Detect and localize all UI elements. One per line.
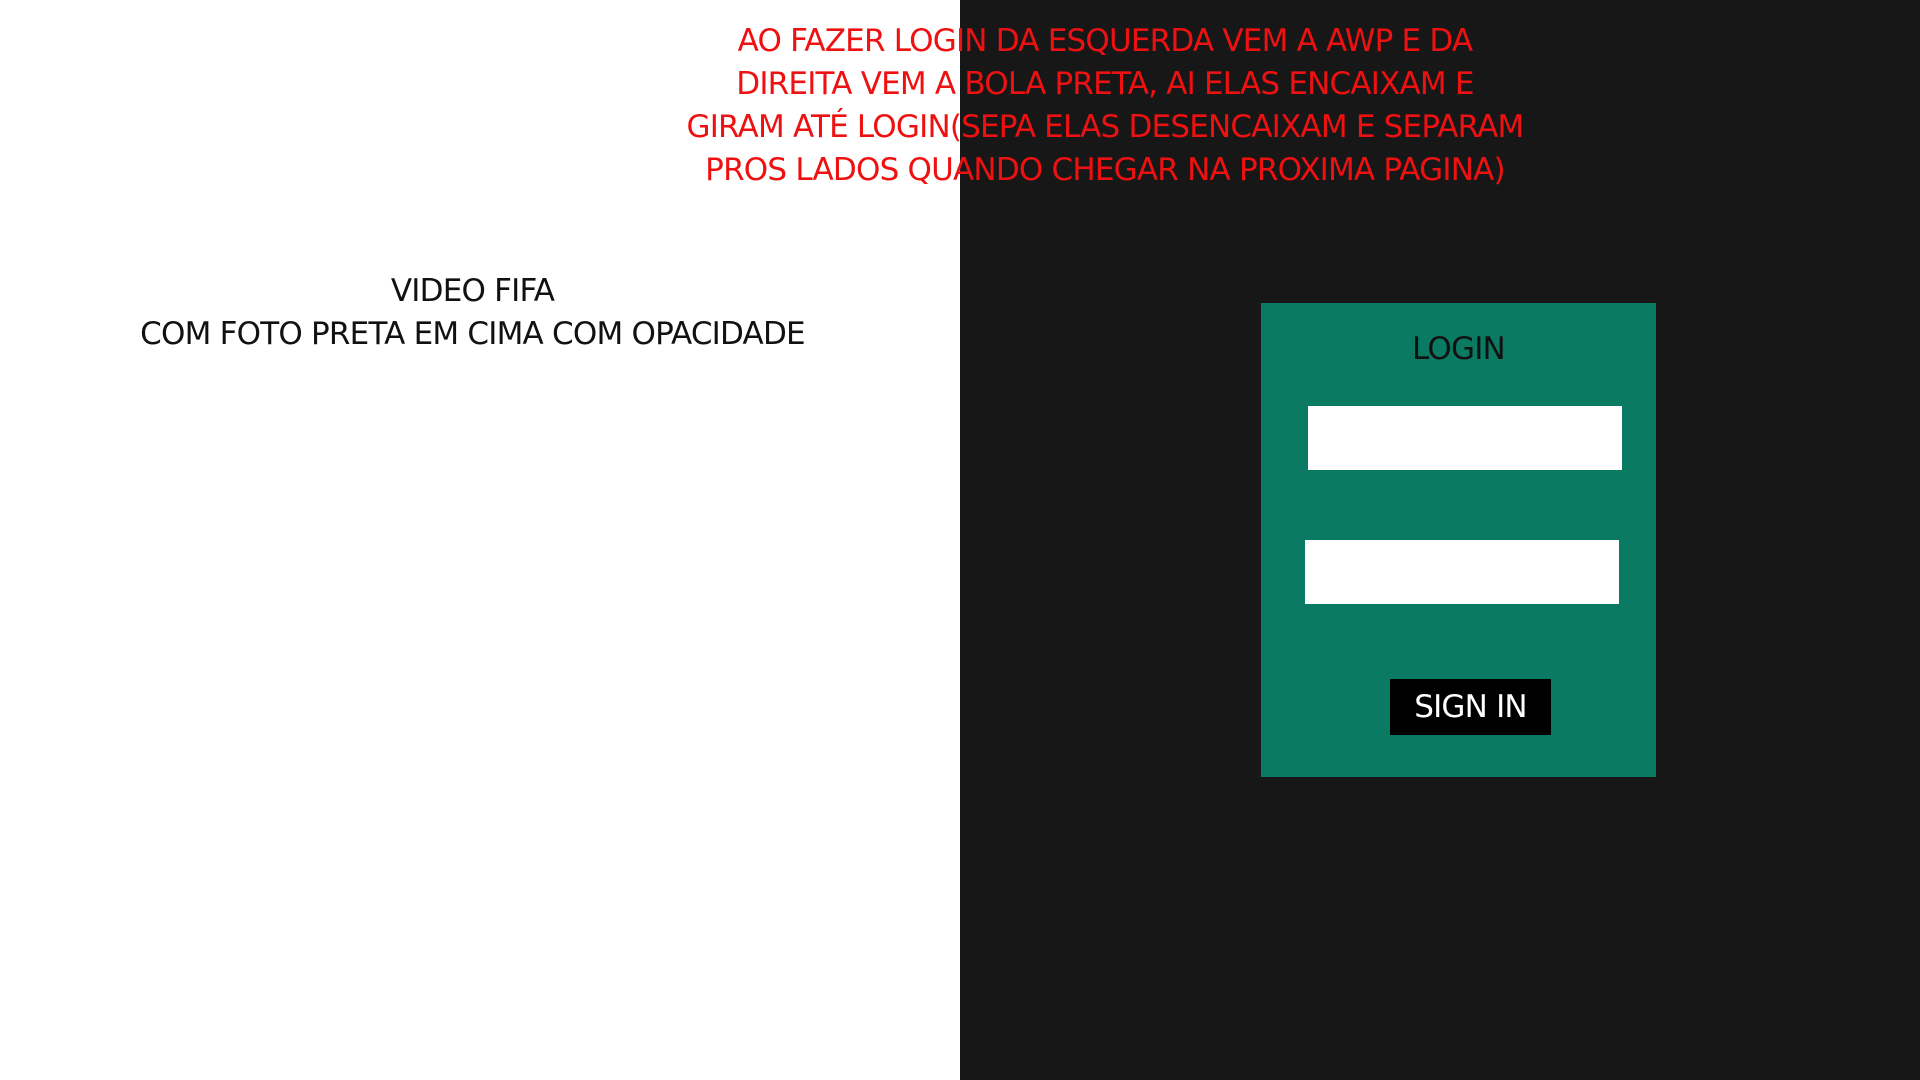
- video-caption-line-2: COM FOTO PRETA EM CIMA COM OPACIDADE: [140, 316, 805, 352]
- animation-note-line-1: AO FAZER LOGIN DA ESQUERDA VEM A AWP E D…: [737, 23, 1474, 59]
- animation-note: AO FAZER LOGIN DA ESQUERDA VEM A AWP E D…: [660, 20, 1550, 192]
- login-title: LOGIN: [1412, 331, 1506, 367]
- login-panel: LOGIN SIGN IN: [1261, 303, 1656, 777]
- username-field[interactable]: [1308, 406, 1622, 470]
- video-caption-line-1: VIDEO FIFA: [390, 273, 555, 309]
- animation-note-line-4: PROS LADOS QUANDO CHEGAR NA PROXIMA PAGI…: [705, 152, 1505, 188]
- sign-in-button[interactable]: SIGN IN: [1390, 679, 1551, 735]
- video-caption: VIDEO FIFA COM FOTO PRETA EM CIMA COM OP…: [100, 270, 845, 356]
- login-page-mockup: AO FAZER LOGIN DA ESQUERDA VEM A AWP E D…: [0, 0, 1920, 1080]
- password-field[interactable]: [1305, 540, 1619, 604]
- animation-note-line-3: GIRAM ATÉ LOGIN(SEPA ELAS DESENCAIXAM E …: [686, 109, 1524, 145]
- animation-note-line-2: DIREITA VEM A BOLA PRETA, AI ELAS ENCAIX…: [736, 66, 1474, 102]
